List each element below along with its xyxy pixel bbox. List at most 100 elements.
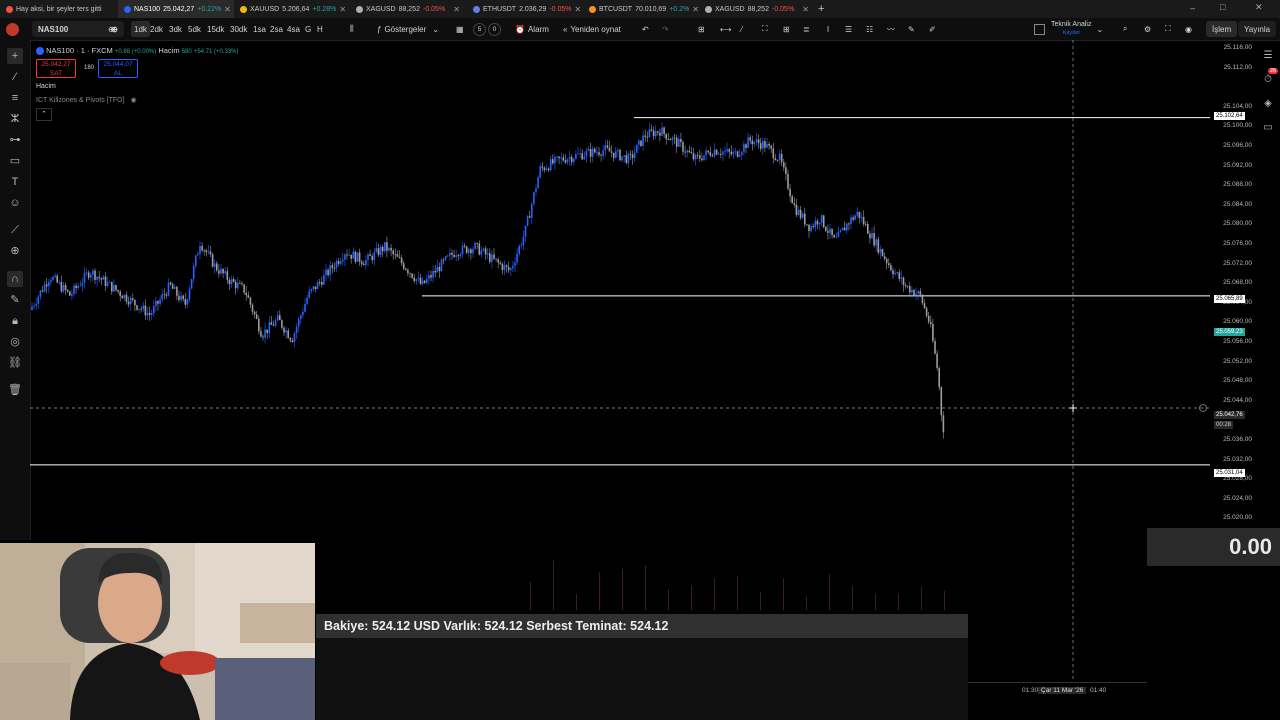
trash-icon[interactable]: 🗑︎ xyxy=(7,382,23,398)
close-tab-icon[interactable]: ✕ xyxy=(692,5,699,14)
path-icon[interactable]: 〰 xyxy=(887,21,895,37)
publish-button[interactable]: Yayınla xyxy=(1238,21,1277,37)
watchlist-icon[interactable]: ☰ xyxy=(1260,48,1276,64)
candle-body xyxy=(96,276,98,280)
interval-8[interactable]: 4sa xyxy=(287,21,300,37)
shape-tool-icon[interactable]: ▭ xyxy=(7,153,23,169)
tab-nas100[interactable]: NAS100 25.042,27 +0.22% ✕ xyxy=(118,0,234,18)
stay-drawing-icon[interactable]: ✎ xyxy=(7,292,23,308)
alarm-button[interactable]: ⏰ Alarm xyxy=(515,21,549,37)
link-icon[interactable]: ⛓ xyxy=(7,355,23,371)
candle-body xyxy=(621,156,623,161)
list-icon[interactable]: ☰ xyxy=(845,21,852,37)
gear-icon[interactable]: ⚙ xyxy=(1144,21,1151,37)
tab-ethusdt[interactable]: ETHUSDT 2.036,29 -0.05% ✕ xyxy=(467,0,583,18)
vertical-line-icon[interactable]: ǀ xyxy=(827,21,829,37)
maximize-icon[interactable]: □ xyxy=(1220,2,1225,12)
time-axis[interactable]: 01:30 Çar 11 Mar '26 01:40 xyxy=(968,682,1147,699)
undo-icon[interactable]: ↶ xyxy=(642,21,649,37)
candle-body xyxy=(835,237,838,238)
layers-icon[interactable]: ◈ xyxy=(1260,96,1276,112)
candle-body xyxy=(327,269,329,276)
tab-xauusd[interactable]: XAUUSD 5.206,64 +0.28% ✕ xyxy=(234,0,350,18)
grid-tool-icon[interactable]: ⊞ xyxy=(698,21,705,37)
text-lines-icon[interactable]: ≣ xyxy=(803,21,810,37)
zoom-in-icon[interactable]: ⊕ xyxy=(7,243,23,259)
alerts-icon[interactable]: ⏱ xyxy=(1260,72,1276,88)
interval-2[interactable]: 3dk xyxy=(169,21,182,37)
candle-body xyxy=(178,295,180,301)
lock-icon[interactable]: 🔒︎ xyxy=(7,313,23,329)
candle-body xyxy=(241,283,243,285)
candle-body xyxy=(497,259,499,263)
redo-icon[interactable]: ↷ xyxy=(662,21,669,37)
close-icon[interactable]: ✕ xyxy=(1255,2,1263,13)
analysis-button[interactable]: Teknik Analiz Kaydet ⌄ xyxy=(1034,20,1103,38)
replay-button[interactable]: « Yeniden oynat xyxy=(563,21,621,37)
magnet-icon[interactable]: ∩ xyxy=(7,271,23,287)
rectangle-icon[interactable]: ⛶ xyxy=(762,21,768,37)
indicator-volume[interactable]: Hacim xyxy=(36,83,56,90)
trade-button[interactable]: İşlem xyxy=(1206,21,1238,37)
search-icon[interactable]: ⌕ xyxy=(1123,21,1127,37)
add-compare-icon[interactable]: ⊕ xyxy=(108,21,115,37)
tab-xagusd[interactable]: XAGUSD 88,252 -0.05% ✕ xyxy=(350,0,466,18)
interval-5[interactable]: 30dk xyxy=(230,21,247,37)
candle-body xyxy=(921,294,924,304)
brush-icon[interactable]: ✎ xyxy=(908,21,915,37)
pattern-tool-icon[interactable]: ⵣ xyxy=(7,111,23,127)
eye-icon[interactable]: ◎ xyxy=(7,334,23,350)
candle-body xyxy=(522,236,525,246)
table-icon[interactable]: ☷ xyxy=(866,21,873,37)
interval-1[interactable]: 2dk xyxy=(150,21,163,37)
fullscreen-icon[interactable]: ⛶ xyxy=(1165,21,1171,37)
price-tick: 25.068,00 xyxy=(1223,279,1252,287)
emoji-icon[interactable]: ☺ xyxy=(7,195,23,211)
indicator-ict[interactable]: ICT Killzones & Pivots [TFO] ◉ xyxy=(36,96,137,104)
interval-6[interactable]: 1sa xyxy=(253,21,266,37)
close-tab-icon[interactable]: ✕ xyxy=(339,5,346,14)
close-tab-icon[interactable]: ✕ xyxy=(575,5,582,14)
buy-button[interactable]: 25.044,07 AL xyxy=(98,59,138,78)
tab-btcusdt[interactable]: BTCUSDT 70.010,69 +0.2% ✕ xyxy=(583,0,699,18)
crosshair-icon[interactable]: + xyxy=(7,48,23,64)
fib-tool-icon[interactable]: ≡ xyxy=(7,90,23,106)
sell-button[interactable]: 25.042,27 SAT xyxy=(36,59,76,78)
interval-7[interactable]: 2sa xyxy=(270,21,283,37)
price-scale[interactable]: 25.116,00 25.112,00 25.104,00 25.100,00 25.0… xyxy=(1210,40,1256,540)
tab-xagusd[interactable]: XAGUSD 88,252 -0.05% ✕ xyxy=(699,0,815,18)
interval-0[interactable]: 1dk xyxy=(131,21,150,37)
new-tab-button[interactable]: + xyxy=(812,0,830,18)
ruler-icon[interactable]: ⟋ xyxy=(7,222,23,238)
indicators-button[interactable]: ƒ Göstergeler ⌄ xyxy=(377,21,439,37)
text-tool-icon[interactable]: T xyxy=(7,174,23,190)
interval-3[interactable]: 5dk xyxy=(188,21,201,37)
tab-value: 88,252 xyxy=(398,5,420,13)
candle-body xyxy=(615,151,617,158)
close-tab-icon[interactable]: ✕ xyxy=(802,5,809,14)
candle-body xyxy=(266,329,268,333)
eye-icon[interactable]: ◉ xyxy=(131,97,137,104)
chat-icon[interactable]: ▭ xyxy=(1260,120,1276,136)
minimize-icon[interactable]: – xyxy=(1190,3,1195,13)
layout-icon[interactable]: ⊞ xyxy=(783,21,790,37)
candle-body xyxy=(499,262,502,265)
templates-icon[interactable]: ▦ xyxy=(456,21,464,37)
close-tab-icon[interactable]: ✕ xyxy=(453,5,460,14)
interval-4[interactable]: 15dk xyxy=(207,21,224,37)
trend-line-icon[interactable]: ⁄ xyxy=(741,21,742,37)
close-tab-icon[interactable]: ✕ xyxy=(224,5,231,14)
horizontal-line-icon[interactable]: ⟷ xyxy=(720,21,731,37)
chart-type-icon[interactable]: ⫼ xyxy=(350,21,354,37)
pencil-icon[interactable]: ✐ xyxy=(929,21,936,37)
camera-icon[interactable]: ◉ xyxy=(1185,21,1192,37)
collapse-legend-button[interactable]: ⌃ xyxy=(36,108,52,121)
forecast-tool-icon[interactable]: ⊶ xyxy=(7,132,23,148)
tab-0[interactable]: Hay aksi, bir şeyler ters gitti xyxy=(0,0,118,18)
trend-line-tool-icon[interactable]: ⁄ xyxy=(7,69,23,85)
interval-9[interactable]: G xyxy=(305,21,311,37)
candle-body xyxy=(892,270,894,275)
user-avatar[interactable] xyxy=(6,21,19,37)
price-tick: 25.036,00 xyxy=(1223,436,1252,443)
interval-10[interactable]: H xyxy=(317,21,323,37)
